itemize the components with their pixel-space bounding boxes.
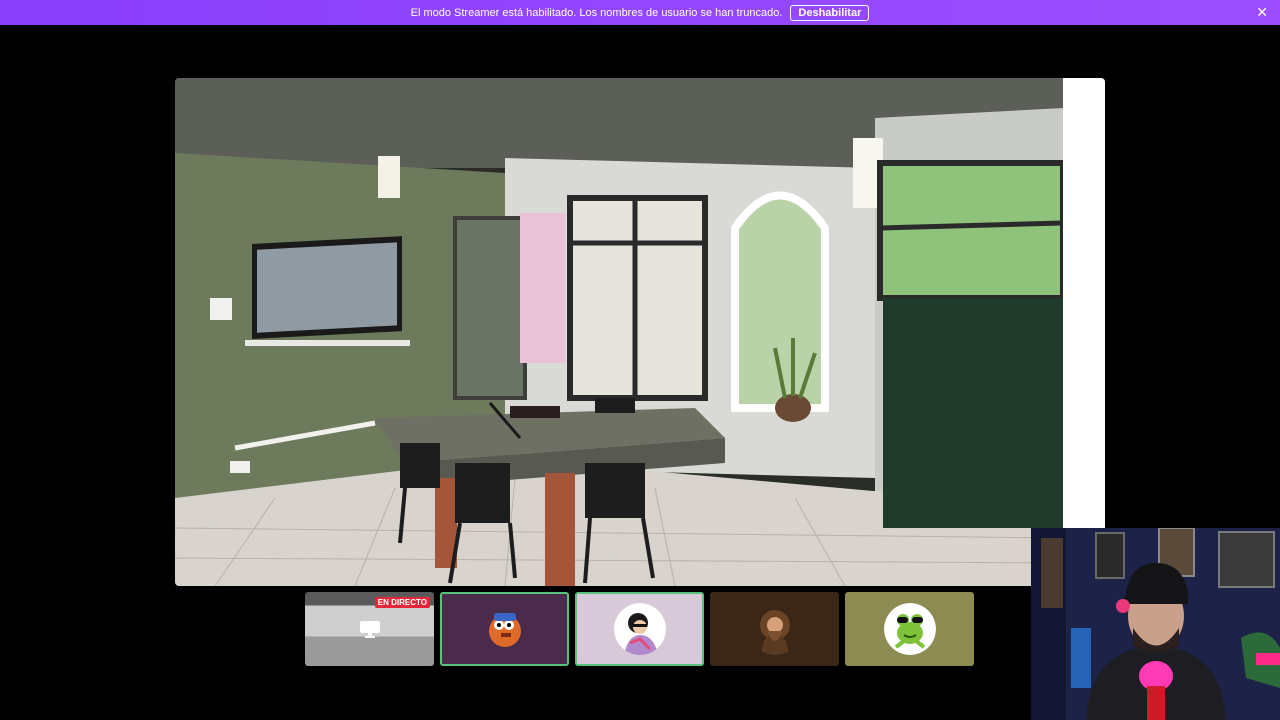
avatar [613, 603, 666, 655]
banner-message: El modo Streamer está habilitado. Los no… [410, 6, 783, 19]
streamer-webcam [1031, 528, 1280, 720]
participant-tile[interactable] [575, 592, 704, 666]
avatar [478, 603, 531, 655]
avatar [883, 603, 936, 655]
participant-tile[interactable] [440, 592, 569, 666]
room-video-frame [175, 78, 1063, 586]
screen-share-icon [359, 621, 380, 638]
live-badge: EN DIRECTO [374, 597, 430, 608]
webcam-frame [1031, 528, 1280, 720]
main-video-stage[interactable] [175, 78, 1105, 586]
participant-strip: EN DIRECTO [305, 592, 974, 666]
streamer-mode-banner: El modo Streamer está habilitado. Los no… [0, 0, 1280, 25]
participant-tile[interactable] [845, 592, 974, 666]
disable-streamer-mode-button[interactable]: Deshabilitar [790, 4, 870, 21]
screenshare-tile[interactable]: EN DIRECTO [305, 592, 434, 666]
avatar [748, 603, 801, 655]
video-letterbox [1063, 78, 1105, 528]
close-icon[interactable]: ✕ [1256, 4, 1268, 20]
participant-tile[interactable] [710, 592, 839, 666]
